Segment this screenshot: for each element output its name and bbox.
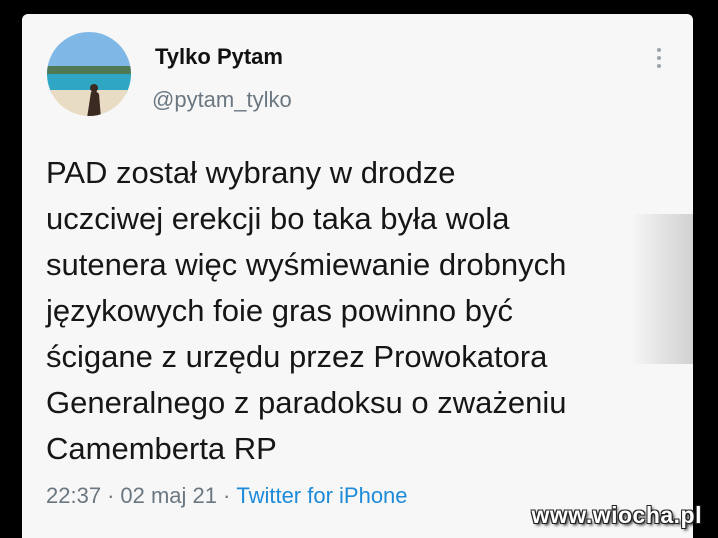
tweet-date[interactable]: 02 maj 21 xyxy=(120,483,217,508)
tweet-time[interactable]: 22:37 xyxy=(46,483,101,508)
meta-separator: · xyxy=(107,483,115,508)
tweet-text-line: Generalnego z paradoksu o zważeniu xyxy=(46,385,567,420)
tweet-text: PAD został wybrany w drodze uczciwej ere… xyxy=(46,150,693,472)
more-options-icon[interactable] xyxy=(654,48,664,72)
avatar-image xyxy=(47,32,131,116)
avatar[interactable] xyxy=(47,32,131,116)
screen-glare xyxy=(632,214,693,364)
watermark: www.wiocha.pl xyxy=(531,502,702,528)
tweet-text-line: PAD został wybrany w drodze xyxy=(46,155,456,190)
meta-separator: · xyxy=(223,483,231,508)
tweet-text-line: językowych foie gras powinno być xyxy=(46,293,513,328)
tweet-text-line: ścigane z urzędu przez Prowokatora xyxy=(46,339,548,374)
tweet-text-line: sutenera więc wyśmiewanie drobnych xyxy=(46,247,567,282)
tweet-metadata: 22:37 · 02 maj 21 · Twitter for iPhone xyxy=(46,483,408,509)
display-name[interactable]: Tylko Pytam xyxy=(155,44,283,70)
tweet-text-line: uczciwej erekcji bo taka była wola xyxy=(46,201,510,236)
tweet-text-line: Camemberta RP xyxy=(46,431,277,466)
tweet-card: Tylko Pytam @pytam_tylko PAD został wybr… xyxy=(22,14,693,538)
tweet-source-link[interactable]: Twitter for iPhone xyxy=(236,483,407,508)
user-handle[interactable]: @pytam_tylko xyxy=(152,87,292,113)
